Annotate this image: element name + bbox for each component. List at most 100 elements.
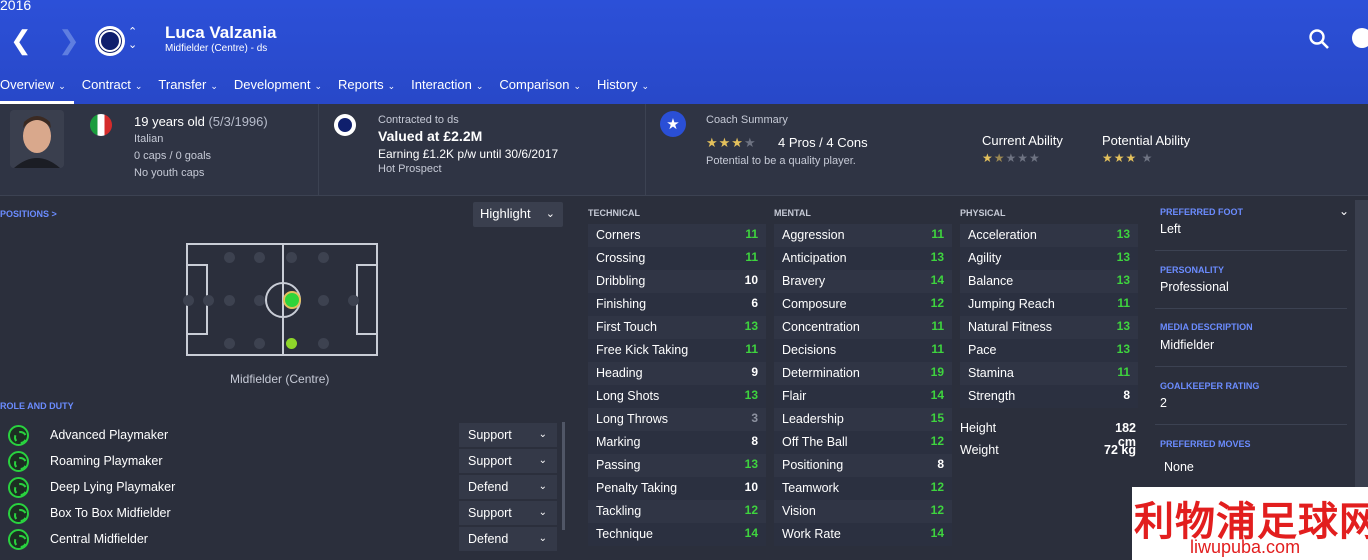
- attribute-name: Teamwork: [782, 481, 839, 495]
- position-dot: [183, 295, 194, 306]
- player-age: 19 years old (5/3/1996): [134, 114, 268, 129]
- attribute-value: 11: [931, 319, 944, 333]
- attribute-row-technical[interactable]: Dribbling 10: [588, 270, 766, 293]
- role-name: Central Midfielder: [50, 532, 148, 546]
- search-icon[interactable]: [1308, 28, 1330, 50]
- duty-dropdown[interactable]: Defend ⌄: [459, 475, 557, 499]
- attribute-row-mental[interactable]: Work Rate 14: [774, 523, 952, 546]
- chevron-down-icon[interactable]: ⌄: [1339, 204, 1349, 218]
- chevron-down-icon: ⌄: [573, 81, 582, 91]
- attribute-row-technical[interactable]: Long Shots 13: [588, 385, 766, 408]
- attribute-row-technical[interactable]: Marking 8: [588, 431, 766, 454]
- attribute-row-physical[interactable]: Acceleration 13: [960, 224, 1138, 247]
- attribute-row-physical[interactable]: Natural Fitness 13: [960, 316, 1138, 339]
- attribute-row-mental[interactable]: Teamwork 12: [774, 477, 952, 500]
- attribute-row-physical[interactable]: Agility 13: [960, 247, 1138, 270]
- attribute-name: Positioning: [782, 458, 844, 472]
- attribute-row-technical[interactable]: Tackling 12: [588, 500, 766, 523]
- attribute-row-technical[interactable]: Finishing 6: [588, 293, 766, 316]
- position-dot: [254, 295, 265, 306]
- role-row[interactable]: Central Midfielder Defend ⌄: [0, 527, 560, 551]
- tab-contract[interactable]: Contract ⌄: [74, 76, 151, 104]
- tab-comparison[interactable]: Comparison ⌄: [491, 76, 589, 104]
- tab-label: Overview: [0, 77, 55, 92]
- role-row[interactable]: Advanced Playmaker Support ⌄: [0, 423, 560, 447]
- attribute-row-mental[interactable]: Leadership 15: [774, 408, 952, 431]
- attribute-row-mental[interactable]: Aggression 11: [774, 224, 952, 247]
- side-scrollbar[interactable]: [1355, 200, 1368, 490]
- tab-reports[interactable]: Reports ⌄: [330, 76, 403, 104]
- attribute-row-mental[interactable]: Anticipation 13: [774, 247, 952, 270]
- attribute-row-physical[interactable]: Stamina 11: [960, 362, 1138, 385]
- role-row[interactable]: Deep Lying Playmaker Defend ⌄: [0, 475, 560, 499]
- club-crest-icon[interactable]: [95, 26, 125, 56]
- attribute-row-technical[interactable]: Technique 14: [588, 523, 766, 546]
- player-name: Luca Valzania: [165, 23, 277, 42]
- attribute-row-mental[interactable]: Off The Ball 12: [774, 431, 952, 454]
- attribute-value: 13: [744, 319, 758, 333]
- technical-header: TECHNICAL: [588, 208, 640, 218]
- attribute-row-mental[interactable]: Flair 14: [774, 385, 952, 408]
- globe-icon[interactable]: [1352, 28, 1368, 48]
- attribute-row-physical[interactable]: Jumping Reach 11: [960, 293, 1138, 316]
- role-suitability-icon: [8, 503, 29, 524]
- mental-header: MENTAL: [774, 208, 811, 218]
- attribute-value: 13: [930, 250, 944, 264]
- role-suitability-icon: [8, 477, 29, 498]
- attribute-value: 19: [930, 365, 944, 379]
- attribute-row-physical[interactable]: Pace 13: [960, 339, 1138, 362]
- attribute-row-mental[interactable]: Concentration 11: [774, 316, 952, 339]
- attribute-name: Determination: [782, 366, 860, 380]
- weight-value: 72 kg: [1104, 443, 1136, 457]
- chevron-down-icon: ⌄: [475, 81, 484, 91]
- player-switch-icon[interactable]: ⌃ ⌄: [128, 26, 137, 52]
- role-row[interactable]: Roaming Playmaker Support ⌄: [0, 449, 560, 473]
- role-row[interactable]: Box To Box Midfielder Support ⌄: [0, 501, 560, 525]
- chevron-down-icon: ⌄: [545, 208, 555, 220]
- attribute-row-technical[interactable]: Corners 11: [588, 224, 766, 247]
- duty-dropdown[interactable]: Defend ⌄: [459, 527, 557, 551]
- attribute-row-mental[interactable]: Composure 12: [774, 293, 952, 316]
- attribute-row-mental[interactable]: Vision 12: [774, 500, 952, 523]
- attribute-row-physical[interactable]: Strength 8: [960, 385, 1138, 408]
- attribute-row-mental[interactable]: Decisions 11: [774, 339, 952, 362]
- attribute-value: 14: [930, 388, 944, 402]
- role-list-scrollbar[interactable]: [562, 422, 565, 530]
- duty-dropdown[interactable]: Support ⌄: [459, 501, 557, 525]
- attribute-row-technical[interactable]: First Touch 13: [588, 316, 766, 339]
- attribute-row-mental[interactable]: Determination 19: [774, 362, 952, 385]
- attribute-name: Dribbling: [596, 274, 646, 288]
- positions-link[interactable]: POSITIONS >: [0, 209, 57, 219]
- attribute-row-technical[interactable]: Penalty Taking 10: [588, 477, 766, 500]
- duty-dropdown[interactable]: Support ⌄: [459, 423, 557, 447]
- italy-flag-icon: [90, 114, 112, 136]
- forward-arrow-icon[interactable]: ❯: [58, 27, 80, 53]
- position-dot: [224, 295, 235, 306]
- attribute-row-mental[interactable]: Positioning 8: [774, 454, 952, 477]
- attribute-row-technical[interactable]: Passing 13: [588, 454, 766, 477]
- attribute-row-technical[interactable]: Crossing 11: [588, 247, 766, 270]
- attribute-value: 13: [1116, 250, 1130, 264]
- duty-dropdown[interactable]: Support ⌄: [459, 449, 557, 473]
- highlight-dropdown[interactable]: Highlight ⌄: [473, 202, 563, 227]
- attribute-row-physical[interactable]: Balance 13: [960, 270, 1138, 293]
- role-suitability-icon: [8, 425, 29, 446]
- tab-history[interactable]: History ⌄: [589, 76, 657, 104]
- tab-development[interactable]: Development ⌄: [226, 76, 330, 104]
- attribute-row-technical[interactable]: Long Throws 3: [588, 408, 766, 431]
- natural-position-marker: [283, 291, 301, 309]
- attribute-row-technical[interactable]: Heading 9: [588, 362, 766, 385]
- attribute-row-mental[interactable]: Bravery 14: [774, 270, 952, 293]
- tab-overview[interactable]: Overview ⌄: [0, 76, 74, 104]
- attribute-name: Off The Ball: [782, 435, 848, 449]
- tab-interaction[interactable]: Interaction ⌄: [403, 76, 491, 104]
- prospect-status: Hot Prospect: [378, 163, 442, 175]
- tab-transfer[interactable]: Transfer ⌄: [150, 76, 225, 104]
- attribute-value: 11: [745, 227, 758, 241]
- attribute-row-technical[interactable]: Free Kick Taking 11: [588, 339, 766, 362]
- attribute-value: 13: [744, 457, 758, 471]
- chevron-down-icon: ⌄: [314, 81, 323, 91]
- attribute-name: Long Throws: [596, 412, 669, 426]
- attribute-value: 12: [744, 503, 758, 517]
- back-arrow-icon[interactable]: ❮: [10, 27, 32, 53]
